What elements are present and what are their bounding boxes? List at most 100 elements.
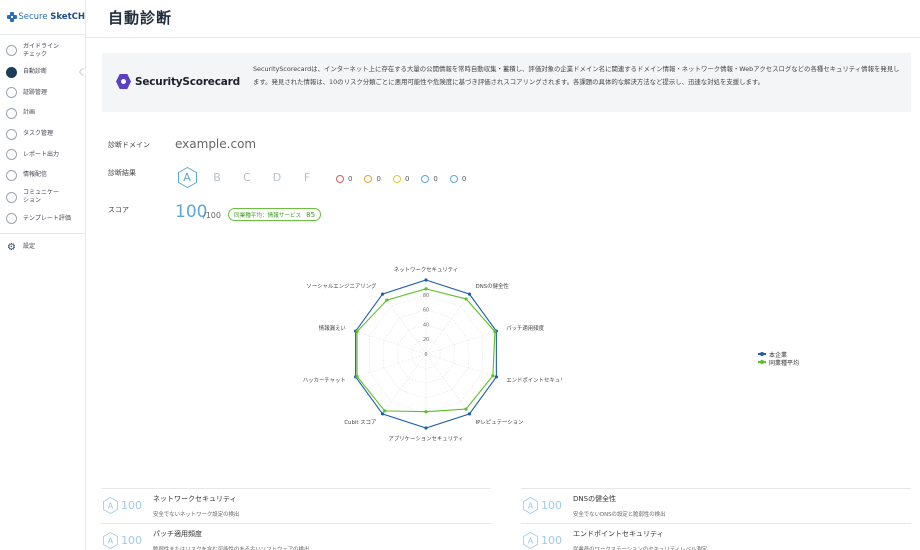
radar-data-point [424,287,428,291]
grade-hex-icon: A [523,532,538,549]
medium-icon [392,175,401,183]
risk-count-value: 0 [404,175,410,183]
risk-count-item: 0 [449,175,467,183]
report-icon [6,149,17,161]
industry-average-label: 同業種平均：情報サービス [234,212,302,219]
domain-label: 診断ドメイン [108,141,150,149]
category-description: 安全でないDNSの設定と脆弱性の検出 [573,512,666,518]
industry-average-score: 85 [306,210,316,219]
domain-value: example.com [175,137,257,151]
radar-category-label: アプリケーションセキュリティ [388,435,463,442]
radar-data-point [355,329,359,334]
category-score: 100 [121,499,142,512]
category-score: 100 [541,534,562,547]
radar-tick-label: 80 [423,293,429,299]
risk-count-value: 0 [461,175,467,183]
sidebar-item-report[interactable]: レポート出力 [0,144,85,165]
sidebar-item-guideline[interactable]: ガイドライン チェック [0,39,85,62]
template-icon [6,213,17,225]
radar-data-point [464,297,468,301]
app-logo[interactable]: Secure SketCH [0,0,85,34]
legend-item: 同業種平均 [758,358,800,367]
radar-data-point [385,298,389,302]
sidebar-item-communication[interactable]: コミュニケー ション [0,186,85,209]
radar-spoke [425,353,497,378]
radar-tick-label: 20 [423,337,429,343]
grade-b: B [213,170,221,184]
category-description: 従業員のワークステーションのセキュリティレベル測定 [573,547,708,550]
radar-data-point [355,374,359,379]
radar-tick-label: 60 [423,308,429,314]
auto-diagnosis-icon [6,66,17,78]
category-card[interactable]: A 100 エンドポイントセキュリティ 従業員のワークステーションのセキュリティレベル… [521,523,911,550]
gear-icon: ⚙ [7,241,16,253]
grade-c: C [243,170,251,184]
high-icon [364,175,373,183]
radar-spoke [355,353,427,378]
grade-hex-letter: A [528,537,534,546]
risk-count-value: 0 [348,175,353,183]
radar-spoke [355,330,427,355]
category-title: ネットワークセキュリティ [153,495,237,503]
sidebar-item-label: 設定 [23,243,36,251]
radar-data-point [491,374,495,378]
radar-spoke [425,353,470,415]
score-max: /100 [203,211,221,220]
legend-swatch [758,360,766,364]
grade-hex-icon: A [523,497,538,514]
communication-icon [6,191,17,203]
chart-legend: 本企業 同業種平均 [758,350,800,367]
radar-tick-label: 40 [423,322,429,328]
securityscorecard-name: SecurityScorecard [135,75,240,88]
radar-data-point [494,375,498,379]
category-description: 脆弱性またはリスクを含む可能性のある古いソフトウェアの検出 [153,547,310,550]
industry-average-badge: 同業種平均：情報サービス 85 [228,208,322,221]
logo-mark-icon [7,11,17,23]
sidebar-item-label: コミュニケー ション [23,189,60,205]
radar-chart: 0 20 40 60 80 ネットワークセキュリティ DNSの健全性パッチ適用頻度エンドポイ… [303,267,562,443]
radar-data-point [380,292,385,296]
sidebar-item-label: レポート出力 [23,150,60,158]
risk-count-item: 0 [336,175,352,183]
sidebar-item-task[interactable]: タスク管理 [0,124,85,145]
radar-data-point [464,407,468,411]
legend-label: 同業種平均 [769,359,800,367]
info-icon [449,175,458,183]
info-banner: SecurityScorecard SecurityScorecardは、インタ… [102,53,911,112]
grade-scale: ABCDF [178,167,328,187]
radar-data-point [424,278,428,282]
sidebar-item-label: 情報配信 [23,171,48,179]
grade-d: D [272,170,282,184]
score-label: スコア [108,206,129,214]
radar-data-point [493,329,497,334]
radar-category-label: 情報漏えい [319,324,346,332]
task-icon [6,128,17,140]
sidebar-item-plan[interactable]: 計画 [0,103,85,124]
sidebar-item-template[interactable]: テンプレート評価 [0,209,85,230]
grade-hex-icon: A [103,532,118,549]
category-description: 安全でないネットワーク設定の検出 [153,512,240,518]
sidebar-item-info-delivery[interactable]: 情報配信 [0,165,85,186]
radar-tick-label: 0 [424,352,427,358]
risk-count-value: 0 [376,175,381,183]
radar-spoke [382,293,427,355]
sidebar-item-auto-diagnosis[interactable]: 自動診断 [0,62,85,83]
sidebar-item-evidence[interactable]: 証跡管理 [0,83,85,104]
category-card[interactable]: A 100 パッチ適用頻度 脆弱性またはリスクを含む可能性のある古いソフトウェアの検出 [101,523,491,550]
radar-category-label: ハッカーチャット [303,377,346,384]
category-card[interactable]: A 100 ネットワークセキュリティ 安全でないネットワーク設定の検出 [101,488,491,523]
sidebar: Secure SketCH ガイドライン チェック 自動診断 証跡管理計画タスク管理… [0,0,86,550]
page-title: 自動診断 [108,9,173,27]
securityscorecard-mark-icon [116,74,131,89]
risk-count-value: 0 [433,175,438,183]
category-score: 100 [121,534,142,547]
radar-category-label: パッチ適用頻度 [506,324,544,332]
securityscorecard-logo: SecurityScorecard [116,74,240,89]
grade-a: A [183,170,191,184]
radar-category-label: ネットワークセキュリティ [394,267,458,274]
category-card[interactable]: A 100 DNSの健全性 安全でないDNSの設定と脆弱性の検出 [521,488,911,523]
sidebar-item-settings[interactable]: ⚙ 設定 [0,237,85,258]
sidebar-item-label: 計画 [23,109,36,117]
sidebar-nav: ガイドライン チェック 自動診断 証跡管理計画タスク管理レポート出力 情報配信コミュニ… [0,34,85,229]
evidence-icon [6,87,17,99]
